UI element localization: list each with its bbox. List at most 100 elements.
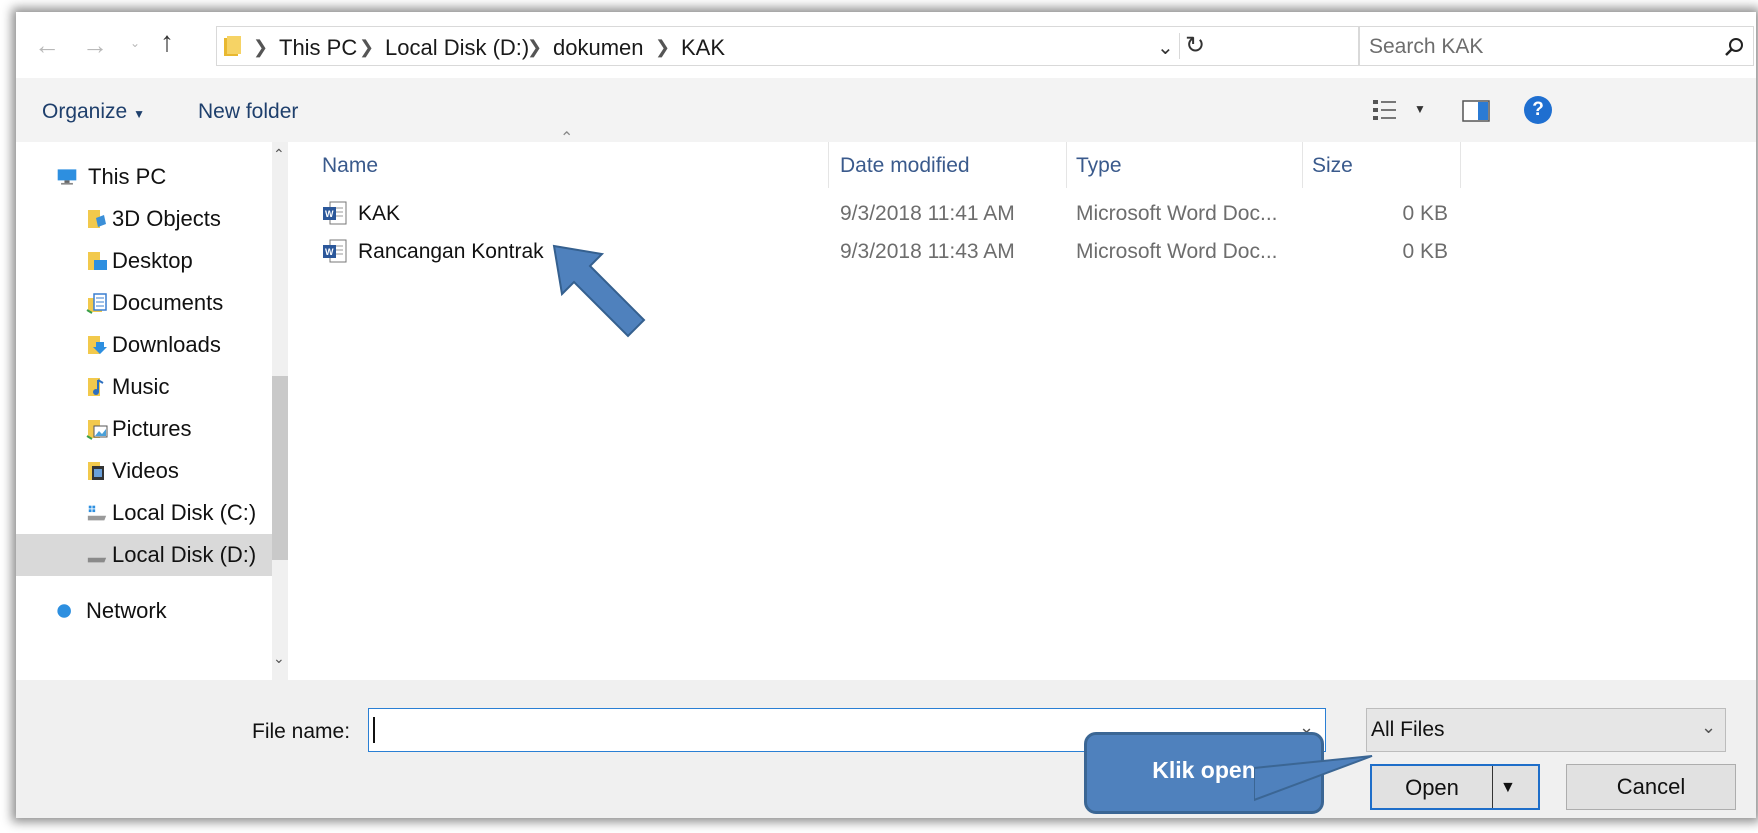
file-date-modified: 9/3/2018 11:43 AM <box>840 240 1015 263</box>
computer-icon <box>57 169 77 185</box>
sidebar-item-label: Music <box>112 374 170 399</box>
column-header-name[interactable]: Name <box>322 154 378 178</box>
file-name-label: File name: <box>252 720 351 743</box>
word-document-icon: W <box>323 201 347 225</box>
divider <box>1179 33 1180 59</box>
annotation-arrow-icon <box>552 244 646 338</box>
file-type-filter-select[interactable]: All Files ⌄ <box>1366 708 1726 752</box>
sidebar-item-label: Documents <box>112 290 224 315</box>
sidebar-item-local-disk-c[interactable]: Local Disk (C:) <box>16 492 272 534</box>
music-folder-icon <box>88 378 104 396</box>
svg-text:W: W <box>325 209 334 219</box>
sidebar-item-documents[interactable]: Documents <box>16 282 272 324</box>
network-icon <box>57 604 71 618</box>
sidebar-item-downloads[interactable]: Downloads <box>16 324 272 366</box>
cancel-button[interactable]: Cancel <box>1566 764 1736 810</box>
sidebar-item-label: Desktop <box>112 248 193 273</box>
up-arrow-icon[interactable]: ↑ <box>160 26 174 58</box>
file-name: KAK <box>358 202 401 225</box>
column-divider[interactable] <box>1302 142 1303 188</box>
search-icon[interactable] <box>1723 36 1745 58</box>
new-folder-button[interactable]: New folder <box>198 100 298 124</box>
file-name: Rancangan Kontrak <box>358 240 544 263</box>
sidebar-item-3d-objects[interactable]: 3D Objects <box>16 198 272 240</box>
navigation-pane: This PC 3D Objects Desktop Documents Dow… <box>16 142 288 680</box>
organize-button[interactable]: Organize ▼ <box>42 100 145 124</box>
forward-arrow-icon[interactable]: → <box>82 32 108 58</box>
sidebar-item-pictures[interactable]: Pictures <box>16 408 272 450</box>
command-toolbar: Organize ▼ New folder ▼ ? <box>16 78 1756 142</box>
sidebar-item-label: Local Disk (C:) <box>112 500 257 525</box>
videos-folder-icon <box>88 462 104 480</box>
svg-text:W: W <box>325 247 334 257</box>
breadcrumb-dokumen[interactable]: dokumen <box>553 35 644 61</box>
pictures-folder-icon <box>86 420 108 440</box>
dropdown-caret-icon: ▼ <box>133 107 145 121</box>
open-button-label: Open <box>1405 775 1459 800</box>
navigation-scrollbar[interactable]: ⌃ ⌄ <box>272 142 288 680</box>
breadcrumb-local-disk-d[interactable]: Local Disk (D:) <box>385 35 529 61</box>
breadcrumb-separator: ❯ <box>655 37 671 57</box>
column-header-type[interactable]: Type <box>1076 154 1122 178</box>
windows-drive-icon <box>87 505 107 521</box>
scroll-down-icon[interactable]: ⌄ <box>273 650 285 667</box>
file-size: 0 KB <box>1402 240 1448 263</box>
sidebar-item-label: Pictures <box>112 416 192 441</box>
column-header-size[interactable]: Size <box>1312 154 1353 178</box>
recent-locations-chevron-icon[interactable]: ⌄ <box>130 36 140 50</box>
3d-objects-folder-icon <box>88 210 106 228</box>
file-date-modified: 9/3/2018 11:41 AM <box>840 202 1015 225</box>
sidebar-item-label: Downloads <box>112 332 221 357</box>
table-row[interactable]: W Rancangan Kontrak 9/3/2018 11:43 AM Mi… <box>312 234 1472 270</box>
column-divider[interactable] <box>1460 142 1461 188</box>
breadcrumb-kak[interactable]: KAK <box>681 35 725 61</box>
sidebar-item-videos[interactable]: Videos <box>16 450 272 492</box>
drive-icon <box>87 557 107 563</box>
scroll-up-icon[interactable]: ⌃ <box>273 146 285 163</box>
file-size: 0 KB <box>1402 202 1448 225</box>
breadcrumb-this-pc[interactable]: This PC <box>279 35 357 61</box>
desktop-folder-icon <box>88 252 107 270</box>
scrollbar-thumb[interactable] <box>272 376 288 560</box>
file-type: Microsoft Word Doc... <box>1076 240 1278 263</box>
table-row[interactable]: W KAK 9/3/2018 11:41 AM Microsoft Word D… <box>312 196 1472 232</box>
file-type: Microsoft Word Doc... <box>1076 202 1278 225</box>
callout-text: Klik open <box>1152 757 1256 783</box>
view-options-icon[interactable] <box>1372 98 1398 122</box>
callout-pointer-icon <box>1254 755 1373 802</box>
sort-ascending-icon: ⌃ <box>560 130 574 147</box>
column-divider[interactable] <box>828 142 829 188</box>
sidebar-item-local-disk-d[interactable]: Local Disk (D:) <box>16 534 272 576</box>
text-caret <box>373 717 375 743</box>
search-input[interactable]: Search KAK <box>1358 26 1754 66</box>
sidebar-item-label: Local Disk (D:) <box>112 542 257 567</box>
open-file-dialog: ← → ⌄ ↑ ❯ This PC ❯ Local Disk (D:) ❯ do… <box>16 12 1756 818</box>
address-history-chevron-icon[interactable]: ⌄ <box>1157 35 1174 60</box>
view-options-caret-icon[interactable]: ▼ <box>1414 102 1426 116</box>
folder-icon <box>224 36 241 56</box>
search-placeholder: Search KAK <box>1369 35 1484 58</box>
breadcrumb-separator: ❯ <box>359 37 375 57</box>
sidebar-item-network[interactable]: Network <box>16 590 272 632</box>
open-button[interactable]: Open ▼ <box>1370 764 1540 810</box>
chevron-down-icon[interactable]: ⌄ <box>1701 717 1716 738</box>
breadcrumb-separator: ❯ <box>527 37 543 57</box>
address-bar[interactable]: ❯ This PC ❯ Local Disk (D:) ❯ dokumen ❯ … <box>216 26 1360 66</box>
back-arrow-icon[interactable]: ← <box>34 32 60 58</box>
column-divider[interactable] <box>1066 142 1067 188</box>
sidebar-item-desktop[interactable]: Desktop <box>16 240 272 282</box>
breadcrumb-separator: ❯ <box>253 37 269 57</box>
refresh-icon[interactable]: ↻ <box>1185 31 1205 60</box>
sidebar-item-this-pc[interactable]: This PC <box>16 156 272 198</box>
sidebar-item-label: 3D Objects <box>112 206 221 231</box>
help-button[interactable]: ? <box>1524 96 1552 124</box>
word-document-icon: W <box>323 239 347 263</box>
open-options-caret-icon[interactable]: ▼ <box>1500 766 1516 810</box>
preview-pane-icon[interactable] <box>1462 100 1490 122</box>
file-type-filter-value: All Files <box>1371 718 1445 741</box>
sidebar-item-label: This PC <box>88 164 167 189</box>
sidebar-item-music[interactable]: Music <box>16 366 272 408</box>
organize-label: Organize <box>42 100 128 123</box>
column-header-date-modified[interactable]: Date modified <box>840 154 970 178</box>
documents-folder-icon <box>86 293 107 314</box>
